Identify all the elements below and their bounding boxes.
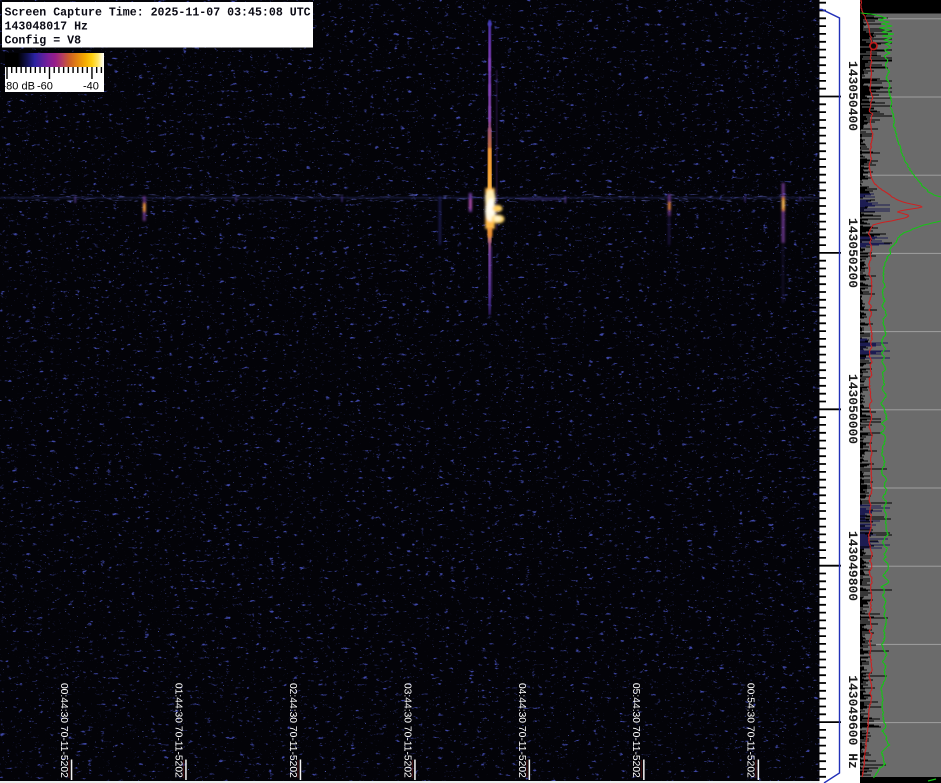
svg-text:143049800: 143049800 — [845, 531, 860, 601]
svg-text:143050400: 143050400 — [845, 61, 860, 131]
svg-text:143050200: 143050200 — [845, 218, 860, 288]
svg-text:-60: -60 — [37, 81, 53, 93]
svg-text:01:44:30 70-11-5202: 01:44:30 70-11-5202 — [172, 683, 183, 778]
svg-text:143049600 Hz: 143049600 Hz — [845, 675, 860, 769]
svg-text:00:44:30 70-11-5202: 00:44:30 70-11-5202 — [58, 683, 69, 778]
svg-text:Config = V8: Config = V8 — [5, 35, 82, 48]
svg-text:05:44:30 70-11-5202: 05:44:30 70-11-5202 — [630, 683, 641, 778]
svg-text:00:54:30 70-11-5202: 00:54:30 70-11-5202 — [745, 683, 756, 778]
svg-text:143048017 Hz: 143048017 Hz — [5, 21, 89, 34]
svg-text:04:44:30 70-11-5202: 04:44:30 70-11-5202 — [516, 683, 527, 778]
svg-text:-40: -40 — [83, 81, 99, 93]
svg-text:Screen Capture Time: 2025-11-0: Screen Capture Time: 2025-11-07 03:45:08… — [5, 7, 311, 20]
svg-text:02:44:30 70-11-5202: 02:44:30 70-11-5202 — [287, 683, 298, 778]
svg-text:143050000: 143050000 — [845, 374, 860, 444]
svg-text:-80 dB: -80 dB — [3, 81, 35, 93]
svg-text:03:44:30 70-11-5202: 03:44:30 70-11-5202 — [401, 683, 412, 778]
